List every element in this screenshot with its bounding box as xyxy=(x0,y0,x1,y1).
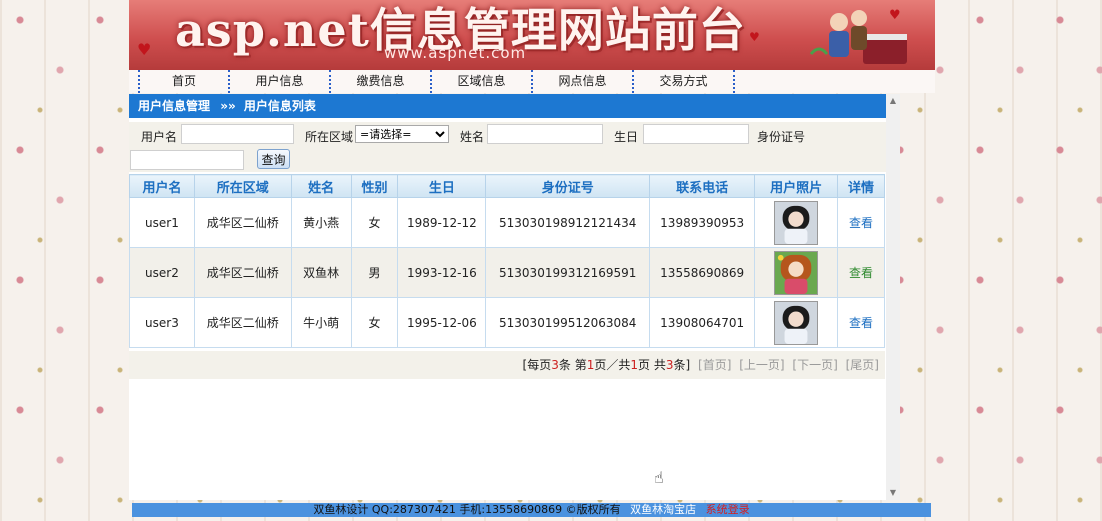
breadcrumb-separator: »» xyxy=(220,99,236,113)
pager-per-page-pre: [每页 xyxy=(522,358,552,372)
idcard-label: 身份证号 xyxy=(757,130,806,144)
scroll-down-icon[interactable]: ▼ xyxy=(888,488,898,498)
pager-prev-link[interactable]: [上一页] xyxy=(739,358,784,372)
header-phone: 联系电话 xyxy=(649,174,756,198)
pager-last-link[interactable]: [尾页] xyxy=(846,358,879,372)
cell-area: 成华区二仙桥 xyxy=(193,197,292,248)
cell-name: 双鱼林 xyxy=(290,247,352,298)
username-input[interactable] xyxy=(181,124,294,144)
cell-idcard: 513030199312169591 xyxy=(485,247,651,298)
cell-area: 成华区二仙桥 xyxy=(193,297,292,348)
pager-total-post: 条] xyxy=(673,358,691,372)
username-label: 用户名 xyxy=(141,130,178,144)
detail-link[interactable]: 查看 xyxy=(837,297,885,348)
table-row: user3 成华区二仙桥 牛小萌 女 1995-12-06 5130301995… xyxy=(129,297,885,348)
main-nav: 首页 用户信息 缴费信息 区域信息 网点信息 交易方式 xyxy=(129,70,935,93)
cell-idcard: 513030199512063084 xyxy=(485,297,651,348)
header-birthday: 生日 xyxy=(397,174,487,198)
user-photo xyxy=(774,300,819,345)
pager-per-page: 3 xyxy=(551,358,559,372)
header-photo: 用户照片 xyxy=(754,174,839,198)
header-name: 姓名 xyxy=(290,174,352,198)
breadcrumb-page: 用户信息列表 xyxy=(243,99,316,113)
pager-next-link[interactable]: [下一页] xyxy=(792,358,837,372)
pager-total-pre: 共 xyxy=(653,358,666,372)
cell-phone: 13989390953 xyxy=(649,197,756,248)
cell-photo xyxy=(754,297,839,348)
nav-home[interactable]: 首页 xyxy=(138,70,230,93)
cell-photo xyxy=(754,197,839,248)
cell-area: 成华区二仙桥 xyxy=(193,247,292,298)
page-title-bar: 用户信息管理 »» 用户信息列表 xyxy=(129,94,886,118)
pager-page-post: 页 xyxy=(638,358,651,372)
site-banner: ♥ ♥ ♥ asp.net信息管理网站前台 www.aspnet.com xyxy=(129,0,935,70)
header-area: 所在区域 xyxy=(193,174,292,198)
scroll-up-icon[interactable]: ▲ xyxy=(888,96,898,106)
cell-idcard: 513030198912121434 xyxy=(485,197,651,248)
cell-gender: 女 xyxy=(350,297,399,348)
cell-photo xyxy=(754,247,839,298)
nav-trade-method[interactable]: 交易方式 xyxy=(634,70,735,93)
banner-url: www.aspnet.com xyxy=(384,44,527,62)
content-panel: 用户信息管理 »» 用户信息列表 用户名 所在区域 =请选择= 姓名 生日 身份… xyxy=(129,94,900,500)
query-button[interactable]: 查询 xyxy=(257,149,290,169)
detail-link[interactable]: 查看 xyxy=(837,247,885,298)
nav-area-info[interactable]: 区域信息 xyxy=(432,70,533,93)
user-photo xyxy=(774,250,819,295)
idcard-input[interactable] xyxy=(130,150,244,170)
footer-info: 双鱼林设计 QQ:287307421 手机:13558690869 ©版权所有 xyxy=(313,503,621,516)
cell-birthday: 1993-12-16 xyxy=(397,247,487,298)
heart-icon: ♥ xyxy=(749,30,760,44)
header-detail: 详情 xyxy=(837,174,885,198)
cell-username: user1 xyxy=(129,197,195,248)
pager-total: 3 xyxy=(665,358,674,372)
cell-phone: 13558690869 xyxy=(649,247,756,298)
pager-page-mid: 页／共 xyxy=(594,358,631,372)
breadcrumb-section: 用户信息管理 xyxy=(138,99,211,113)
footer-login-link[interactable]: 系统登录 xyxy=(706,503,750,516)
search-form: 用户名 所在区域 =请选择= 姓名 生日 身份证号 查询 xyxy=(129,122,886,172)
cell-name: 黄小燕 xyxy=(290,197,352,248)
header-idcard: 身份证号 xyxy=(485,174,651,198)
area-label: 所在区域 xyxy=(305,130,354,144)
cell-gender: 男 xyxy=(350,247,399,298)
user-photo xyxy=(774,200,819,245)
nav-branch-info[interactable]: 网点信息 xyxy=(533,70,634,93)
cell-gender: 女 xyxy=(350,197,399,248)
table-row: user2 成华区二仙桥 双鱼林 男 1993-12-16 5130301993… xyxy=(129,247,885,298)
table-row: user1 成华区二仙桥 黄小燕 女 1989-12-12 5130301989… xyxy=(129,197,885,248)
area-select[interactable]: =请选择= xyxy=(355,125,449,143)
cell-birthday: 1995-12-06 xyxy=(397,297,487,348)
nav-payment-info[interactable]: 缴费信息 xyxy=(331,70,432,93)
nav-user-info[interactable]: 用户信息 xyxy=(230,70,331,93)
cell-username: user2 xyxy=(129,247,195,298)
footer-shop-link[interactable]: 双鱼林淘宝店 xyxy=(630,503,696,516)
couple-illustration-icon xyxy=(809,10,907,64)
pager-first-link[interactable]: [首页] xyxy=(698,358,731,372)
birthday-input[interactable] xyxy=(643,124,749,144)
user-table: 用户名 所在区域 姓名 性别 生日 身份证号 联系电话 用户照片 详情 user… xyxy=(129,174,885,348)
hand-cursor-icon: ☝ xyxy=(654,468,664,487)
detail-link[interactable]: 查看 xyxy=(837,197,885,248)
heart-icon: ♥ xyxy=(137,40,152,59)
table-header-row: 用户名 所在区域 姓名 性别 生日 身份证号 联系电话 用户照片 详情 xyxy=(129,174,885,198)
birthday-label: 生日 xyxy=(614,130,639,144)
cell-phone: 13908064701 xyxy=(649,297,756,348)
pager-page-pre: 第 xyxy=(574,358,587,372)
cell-name: 牛小萌 xyxy=(290,297,352,348)
pager-total-pages: 1 xyxy=(630,358,638,372)
header-username: 用户名 xyxy=(129,174,195,198)
pagination: [每页3条 第1页／共1页 共3条] [首页] [上一页] [下一页] [尾页] xyxy=(129,351,885,379)
cell-birthday: 1989-12-12 xyxy=(397,197,487,248)
name-input[interactable] xyxy=(487,124,603,144)
header-gender: 性别 xyxy=(350,174,399,198)
vertical-scrollbar[interactable]: ▲ ▼ xyxy=(886,94,900,500)
site-footer: 双鱼林设计 QQ:287307421 手机:13558690869 ©版权所有 … xyxy=(132,503,931,517)
name-label: 姓名 xyxy=(460,130,485,144)
pager-per-page-post: 条 xyxy=(558,358,571,372)
cell-username: user3 xyxy=(129,297,195,348)
